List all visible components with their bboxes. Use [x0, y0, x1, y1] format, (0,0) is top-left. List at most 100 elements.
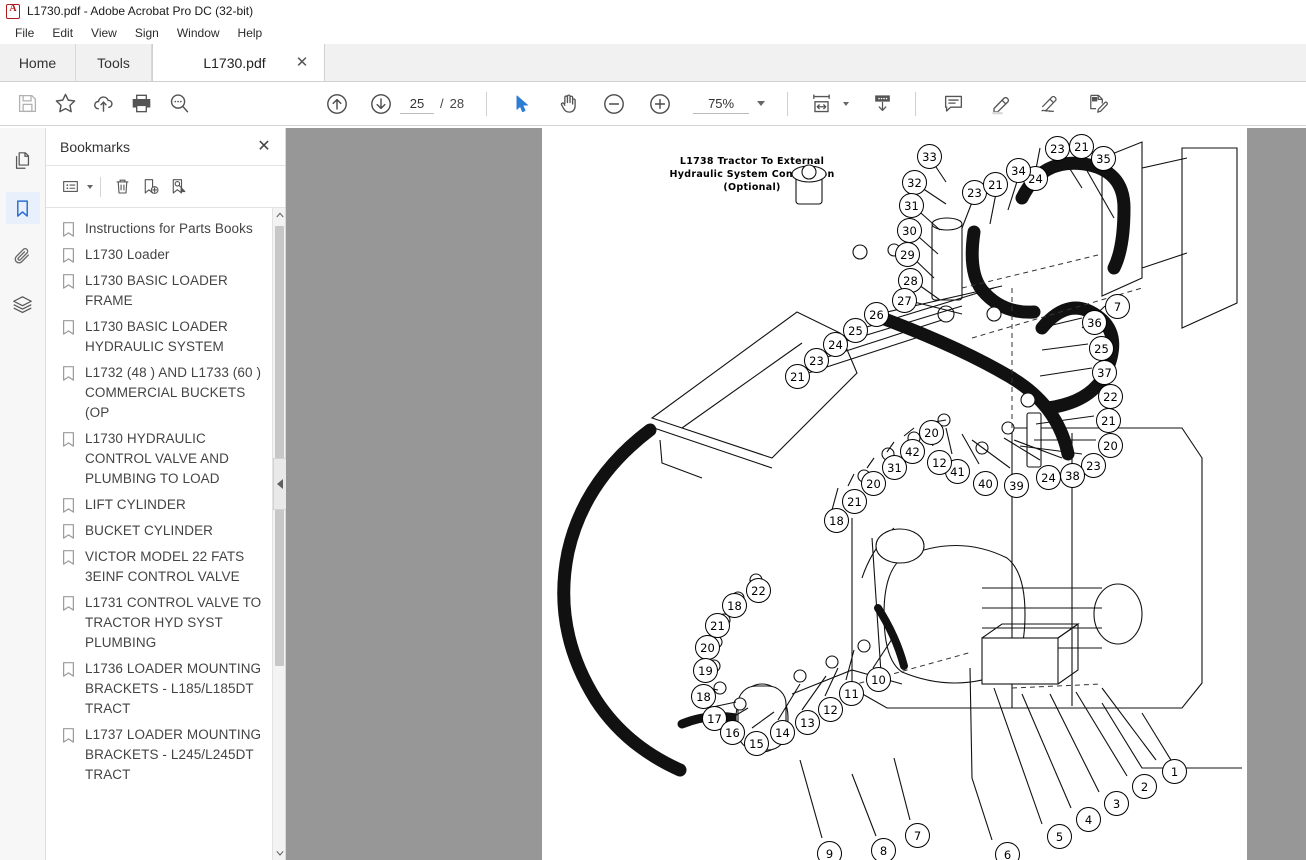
toolbar-divider-1 [486, 91, 488, 116]
select-cursor-icon[interactable] [503, 85, 541, 123]
chevron-left-icon [277, 479, 283, 489]
callout-40: 40 [973, 471, 998, 496]
highlight-icon[interactable] [982, 85, 1020, 123]
save-icon[interactable] [8, 85, 46, 123]
callout-7: 7 [1105, 294, 1130, 319]
layers-icon[interactable] [6, 288, 40, 320]
zoom-in-icon[interactable] [641, 85, 679, 123]
list-item[interactable]: L1736 LOADER MOUNTING BRACKETS - L185/L1… [46, 656, 285, 722]
list-item[interactable]: L1737 LOADER MOUNTING BRACKETS - L245/L2… [46, 722, 285, 788]
chevron-down-icon[interactable] [757, 101, 766, 106]
list-item[interactable]: Instructions for Parts Books [46, 216, 285, 242]
close-icon[interactable]: ✕ [255, 138, 273, 155]
bookmark-label: L1736 LOADER MOUNTING BRACKETS - L185/L1… [85, 661, 262, 716]
page-number-input[interactable] [400, 93, 434, 114]
search-icon[interactable] [160, 85, 198, 123]
scroll-down-icon[interactable] [273, 846, 285, 860]
list-item[interactable]: LIFT CYLINDER [46, 492, 285, 518]
list-item[interactable]: L1730 Loader [46, 242, 285, 268]
bookmark-label: L1730 HYDRAULIC CONTROL VALVE AND PLUMBI… [85, 431, 229, 486]
bookmark-item-icon [62, 365, 80, 382]
bookmarks-panel-header: Bookmarks ✕ [46, 128, 285, 166]
fit-width-icon[interactable] [802, 85, 840, 123]
fill-and-sign-icon[interactable] [1078, 85, 1116, 123]
next-page-icon[interactable] [362, 85, 400, 123]
callout-21-c: 21 [785, 364, 810, 389]
bookmark-options-icon[interactable] [56, 173, 84, 201]
fit-width-chevron-down-icon[interactable] [843, 101, 850, 106]
menu-window[interactable]: Window [168, 24, 229, 42]
bookmark-item-icon [62, 549, 80, 566]
bookmark-item-icon [62, 497, 80, 514]
star-icon[interactable] [46, 85, 84, 123]
callout-27: 27 [892, 288, 917, 313]
cloud-upload-icon[interactable] [84, 85, 122, 123]
comment-icon[interactable] [934, 85, 972, 123]
tab-document[interactable]: L1730.pdf ✕ [152, 44, 325, 81]
bookmarks-scrollbar[interactable] [272, 208, 285, 860]
tab-home[interactable]: Home [0, 44, 76, 81]
tab-tools[interactable]: Tools [76, 44, 152, 81]
list-item[interactable]: BUCKET CYLINDER [46, 518, 285, 544]
bookmark-label: L1730 BASIC LOADER FRAME [85, 273, 228, 308]
bookmark-options-chevron-down-icon[interactable] [87, 184, 93, 189]
callout-31: 31 [899, 193, 924, 218]
callout-22: 22 [1098, 384, 1123, 409]
page-separator: / [440, 96, 444, 111]
scroll-mode-icon[interactable] [863, 85, 901, 123]
new-bookmark-icon[interactable] [136, 173, 164, 201]
callout-20-b: 20 [919, 420, 944, 445]
bookmark-label: BUCKET CYLINDER [85, 523, 214, 538]
bookmark-item-icon [62, 431, 80, 448]
print-icon[interactable] [122, 85, 160, 123]
list-item[interactable]: VICTOR MODEL 22 FATS 3EINF CONTROL VALVE [46, 544, 285, 590]
menu-help[interactable]: Help [229, 24, 272, 42]
bookmark-item-icon [62, 661, 80, 678]
callout-3: 3 [1104, 791, 1129, 816]
sign-draw-icon[interactable] [1030, 85, 1068, 123]
list-item[interactable]: L1732 (48 ) AND L1733 (60 ) COMMERCIAL B… [46, 360, 285, 426]
bookmarks-icon[interactable] [5, 192, 40, 224]
menu-sign[interactable]: Sign [126, 24, 168, 42]
callout-20-c: 20 [861, 471, 886, 496]
delete-bookmark-icon[interactable] [108, 173, 136, 201]
callout-5: 5 [1047, 824, 1072, 849]
list-item[interactable]: L1731 CONTROL VALVE TO TRACTOR HYD SYST … [46, 590, 285, 656]
zoom-level-input[interactable] [693, 93, 750, 114]
scroll-up-icon[interactable] [273, 208, 285, 222]
callout-25-b: 25 [1089, 336, 1114, 361]
page-thumbnails-icon[interactable] [6, 144, 40, 176]
callout-21-d: 21 [1096, 408, 1121, 433]
bookmark-label: LIFT CYLINDER [85, 497, 186, 512]
pdf-page-content: L1738 Tractor To External Hydraulic Syst… [542, 128, 1247, 860]
menu-file[interactable]: File [6, 24, 43, 42]
bookmark-label: L1737 LOADER MOUNTING BRACKETS - L245/L2… [85, 727, 262, 782]
list-item[interactable]: L1730 BASIC LOADER FRAME [46, 268, 285, 314]
bookmark-label: L1730 BASIC LOADER HYDRAULIC SYSTEM [85, 319, 228, 354]
list-item[interactable]: L1730 HYDRAULIC CONTROL VALVE AND PLUMBI… [46, 426, 285, 492]
menu-view[interactable]: View [82, 24, 126, 42]
acrobat-icon [6, 3, 20, 19]
attachments-icon[interactable] [6, 240, 40, 272]
hand-tool-icon[interactable] [549, 85, 587, 123]
list-item[interactable]: L1730 BASIC LOADER HYDRAULIC SYSTEM [46, 314, 285, 360]
toolbar-divider-2 [787, 91, 789, 116]
pdf-page[interactable]: L1738 Tractor To External Hydraulic Syst… [542, 128, 1247, 860]
document-viewport[interactable]: L1738 Tractor To External Hydraulic Syst… [286, 128, 1306, 860]
scrollbar-thumb[interactable] [275, 226, 284, 666]
previous-page-icon[interactable] [318, 85, 356, 123]
tab-document-label: L1730.pdf [203, 54, 266, 71]
callout-14: 14 [770, 720, 795, 745]
callout-36: 36 [1082, 310, 1107, 335]
callout-33: 33 [917, 144, 942, 169]
close-icon[interactable]: ✕ [294, 55, 310, 70]
edit-bookmark-icon[interactable] [164, 173, 192, 201]
callout-30: 30 [897, 218, 922, 243]
bookmarks-list[interactable]: Instructions for Parts Books L1730 Loade… [46, 208, 285, 860]
menu-edit[interactable]: Edit [43, 24, 82, 42]
zoom-out-icon[interactable] [595, 85, 633, 123]
bookmark-label: L1730 Loader [85, 247, 170, 262]
panel-collapse-handle[interactable] [273, 458, 286, 510]
callout-31-b: 31 [882, 455, 907, 480]
callout-20: 20 [1098, 433, 1123, 458]
